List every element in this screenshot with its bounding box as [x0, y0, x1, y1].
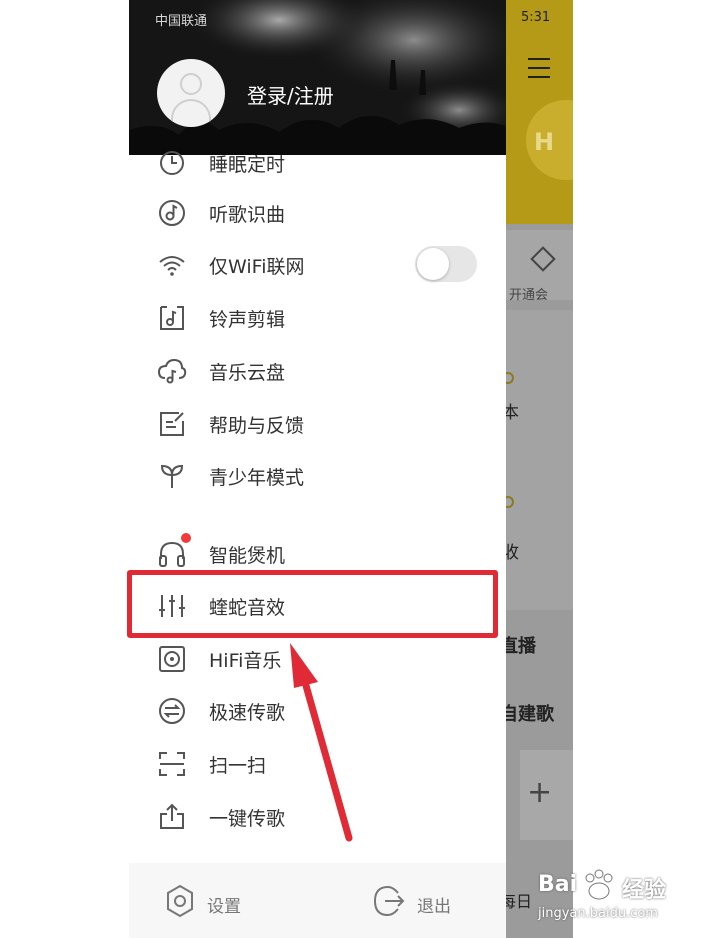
- wifi-only-toggle[interactable]: [415, 246, 477, 282]
- speaker-icon: [159, 646, 185, 672]
- watermark-suffix: 经验: [622, 878, 667, 903]
- menu-item-scan[interactable]: 扫一扫: [129, 739, 506, 787]
- menu-label: 铃声剪辑: [209, 309, 286, 331]
- music-note-icon: [159, 200, 185, 226]
- headphone-icon: [159, 541, 185, 567]
- wifi-icon: [159, 256, 185, 276]
- drawer-bottom-bar: 设置 退出: [129, 863, 506, 938]
- background-app: H 开通会 本 收 直播 自建歌 + 每日: [506, 0, 573, 938]
- menu-item-song-recognition[interactable]: 听歌识曲: [129, 188, 506, 236]
- bg-text-1: 本: [506, 403, 519, 423]
- hamburger-menu-icon[interactable]: [528, 58, 550, 78]
- baidu-watermark: Bai 经验 jingyan.baidu.com: [536, 862, 696, 932]
- sprout-icon: [160, 464, 184, 488]
- menu-item-ringtone-edit[interactable]: 铃声剪辑: [129, 293, 506, 341]
- carrier-label: 中国联通: [155, 14, 208, 29]
- user-avatar[interactable]: [157, 59, 225, 127]
- clock-icon: [160, 151, 184, 175]
- feedback-icon: [160, 412, 184, 436]
- upload-icon: [160, 803, 184, 829]
- watermark-url: jingyan.baidu.com: [538, 906, 658, 921]
- menu-item-cloud-music[interactable]: 音乐云盘: [129, 346, 506, 394]
- phone-screen: H 开通会 本 收 直播 自建歌 + 每日 登录/注册 睡眠定时 听歌识曲 仅W…: [129, 0, 573, 938]
- gear-icon: [167, 884, 193, 918]
- menu-label: 扫一扫: [209, 755, 267, 777]
- side-drawer: 登录/注册 睡眠定时 听歌识曲 仅WiFi联网 铃声剪辑 音乐云盘 帮助与反馈 …: [129, 0, 506, 938]
- login-register-link[interactable]: 登录/注册: [247, 80, 334, 109]
- bg-text-2: 收: [506, 543, 519, 563]
- menu-item-teen-mode[interactable]: 青少年模式: [129, 451, 506, 499]
- notification-badge: [181, 533, 191, 543]
- menu-label: 音乐云盘: [209, 362, 286, 384]
- menu-label: 帮助与反馈: [209, 415, 305, 437]
- highlight-box: [127, 570, 498, 638]
- paw-icon: [585, 869, 613, 900]
- bg-live-label: 直播: [506, 636, 536, 657]
- menu-label: 智能煲机: [209, 545, 286, 567]
- logout-label: 退出: [417, 897, 451, 917]
- menu-label: 听歌识曲: [209, 204, 286, 226]
- menu-item-hifi-music[interactable]: HiFi音乐: [129, 634, 506, 682]
- menu-label: 一键传歌: [209, 808, 286, 830]
- logout-button[interactable]: 退出: [371, 883, 471, 919]
- menu-label: 极速传歌: [209, 702, 286, 724]
- menu-label: 青少年模式: [209, 467, 305, 489]
- menu-item-one-key-transfer[interactable]: 一键传歌: [129, 792, 506, 840]
- menu-item-fast-transfer[interactable]: 极速传歌: [129, 686, 506, 734]
- status-bar: 中国联通 5:31: [129, 0, 573, 36]
- scan-icon: [159, 752, 185, 776]
- watermark-brand: Bai: [538, 872, 578, 897]
- menu-item-sleep-timer[interactable]: 睡眠定时: [129, 138, 506, 186]
- bg-section: [506, 310, 573, 610]
- logout-icon: [373, 885, 405, 917]
- bg-bottom-text: 每日: [506, 892, 533, 911]
- menu-label: 睡眠定时: [209, 154, 286, 176]
- cloud-music-icon: [157, 358, 187, 384]
- menu-label: 仅WiFi联网: [209, 256, 305, 278]
- menu-item-help-feedback[interactable]: 帮助与反馈: [129, 399, 506, 447]
- time-label: 5:31: [521, 10, 551, 25]
- ringtone-icon: [160, 306, 184, 330]
- menu-label: HiFi音乐: [209, 650, 282, 672]
- bg-playlist-label: 自建歌: [506, 704, 554, 725]
- transfer-icon: [159, 698, 185, 724]
- screenshot: H 开通会 本 收 直播 自建歌 + 每日 登录/注册 睡眠定时 听歌识曲 仅W…: [0, 0, 702, 938]
- plus-icon[interactable]: +: [527, 775, 552, 810]
- settings-label: 设置: [207, 897, 241, 917]
- bg-avatar-letter: H: [534, 128, 555, 156]
- settings-button[interactable]: 设置: [163, 883, 263, 919]
- bg-vip-label: 开通会: [509, 288, 549, 303]
